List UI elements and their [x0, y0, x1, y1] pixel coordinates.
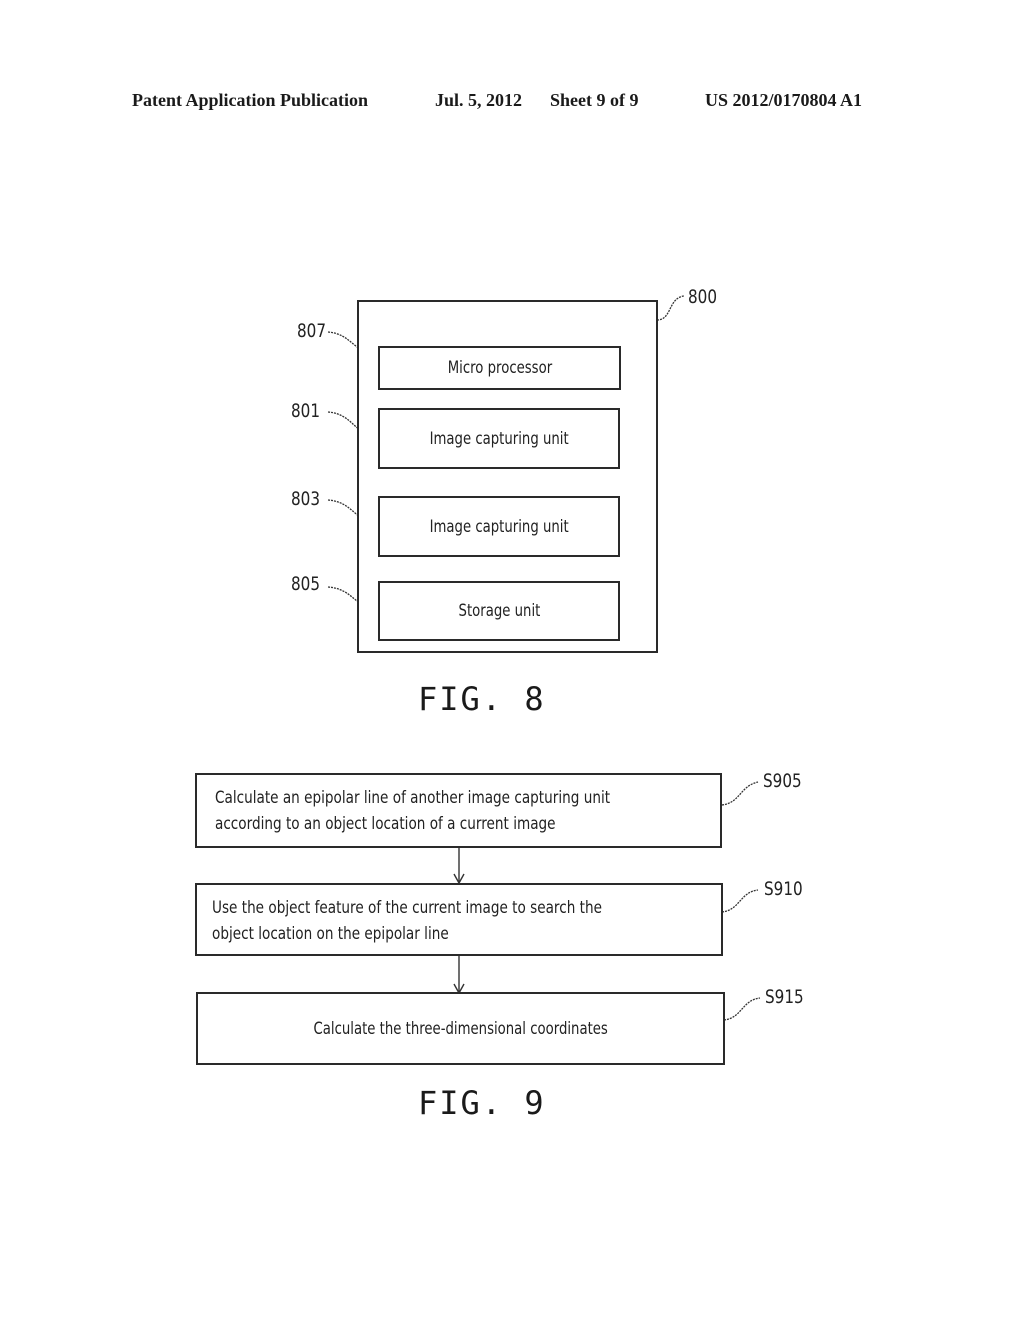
step-s910-box: Use the object feature of the current im… [195, 883, 723, 956]
block-label: Image capturing unit [429, 516, 569, 537]
block-label: Storage unit [458, 601, 540, 621]
leader-s915 [723, 997, 761, 1021]
leader-lines [327, 295, 761, 1021]
patent-number: US 2012/0170804 A1 [705, 90, 863, 110]
leader-s910 [721, 889, 759, 913]
step-s910-line-1: Use the object feature of the current im… [212, 898, 602, 918]
fig8-caption: FIG. 8 [418, 680, 546, 718]
step-s910-line-2: object location on the epipolar line [212, 924, 449, 944]
micro-processor-block: Micro processor [378, 346, 621, 390]
fig9-caption: FIG. 9 [418, 1084, 546, 1122]
image-capturing-unit-803-block: Image capturing unit [378, 496, 620, 557]
ref-800: 800 [688, 286, 718, 308]
step-s905-line-2: according to an object location of a cur… [215, 814, 556, 834]
leader-s905 [721, 781, 759, 806]
storage-unit-block: Storage unit [378, 581, 620, 641]
publication-date: Jul. 5, 2012 [435, 90, 523, 110]
image-capturing-unit-801-block: Image capturing unit [378, 408, 620, 469]
leader-800 [656, 295, 685, 321]
sheet-number: Sheet 9 of 9 [550, 90, 639, 110]
block-label: Micro processor [447, 358, 552, 378]
step-s915-line-1: Calculate the three-dimensional coordina… [313, 1018, 608, 1039]
ref-807: 807 [297, 320, 327, 342]
flow-arrowhead-1 [453, 873, 465, 885]
step-s915-box: Calculate the three-dimensional coordina… [196, 992, 725, 1065]
ref-801: 801 [291, 400, 321, 422]
ref-805: 805 [291, 573, 321, 595]
step-s905-line-1: Calculate an epipolar line of another im… [215, 788, 611, 808]
ref-s915: S915 [765, 986, 804, 1008]
ref-803: 803 [291, 488, 321, 510]
block-label: Image capturing unit [429, 428, 569, 449]
ref-s905: S905 [763, 770, 802, 792]
step-s905-box: Calculate an epipolar line of another im… [195, 773, 722, 848]
ref-s910: S910 [764, 878, 803, 900]
page-header: Patent Application Publication Jul. 5, 2… [0, 90, 1024, 114]
publication-title: Patent Application Publication [132, 90, 369, 110]
